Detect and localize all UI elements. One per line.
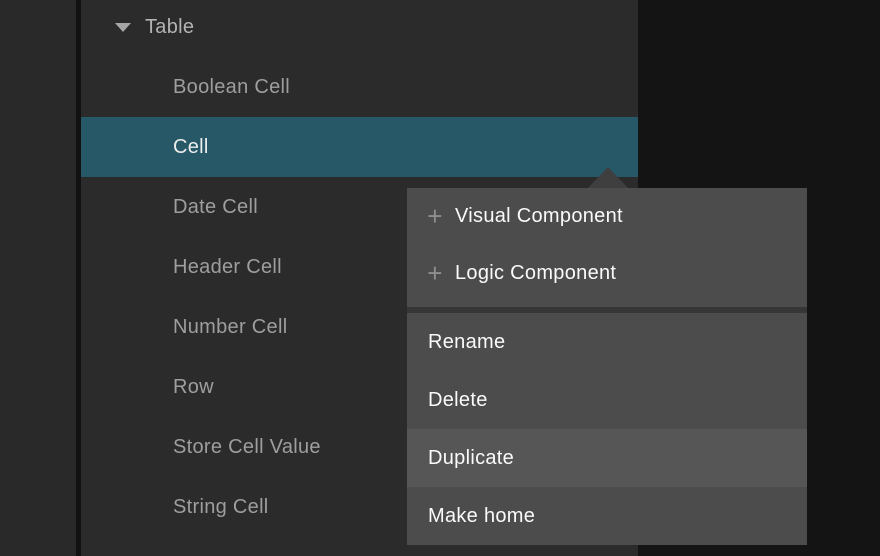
context-menu-create-section: + Visual Component + Logic Component <box>407 188 807 307</box>
menu-item-make-home[interactable]: Make home <box>407 487 807 545</box>
menu-pointer-arrow-icon <box>588 167 628 188</box>
plus-icon: + <box>425 263 445 283</box>
menu-item-label: Logic Component <box>455 262 616 285</box>
menu-item-duplicate[interactable]: Duplicate <box>407 429 807 487</box>
left-rail <box>0 0 76 556</box>
menu-item-rename[interactable]: Rename <box>407 313 807 371</box>
tree-group-label: Table <box>145 16 194 39</box>
tree-item-boolean-cell[interactable]: Boolean Cell <box>81 57 638 117</box>
menu-item-add-logic-component[interactable]: + Logic Component <box>407 245 807 302</box>
tree-item-label: String Cell <box>173 496 269 519</box>
chevron-down-icon[interactable] <box>115 23 131 32</box>
menu-item-label: Visual Component <box>455 205 623 228</box>
tree-group-table[interactable]: Table <box>81 0 638 57</box>
menu-item-label: Duplicate <box>428 447 514 470</box>
menu-item-add-visual-component[interactable]: + Visual Component <box>407 188 807 245</box>
tree-item-label: Number Cell <box>173 316 287 339</box>
tree-item-label: Boolean Cell <box>173 76 290 99</box>
tree-item-label: Cell <box>173 136 209 159</box>
tree-item-label: Header Cell <box>173 256 282 279</box>
context-menu: + Visual Component + Logic Component Ren… <box>407 188 807 545</box>
tree-item-label: Date Cell <box>173 196 258 219</box>
plus-icon: + <box>425 206 445 226</box>
tree-item-cell[interactable]: Cell <box>81 117 638 177</box>
context-menu-actions-section: Rename Delete Duplicate Make home <box>407 313 807 545</box>
tree-item-label: Row <box>173 376 214 399</box>
menu-item-label: Delete <box>428 389 488 412</box>
menu-item-delete[interactable]: Delete <box>407 371 807 429</box>
app-window: Table Boolean Cell Cell Date Cell Header… <box>0 0 880 556</box>
menu-item-label: Rename <box>428 331 505 354</box>
tree-item-label: Store Cell Value <box>173 436 321 459</box>
menu-item-label: Make home <box>428 505 535 528</box>
